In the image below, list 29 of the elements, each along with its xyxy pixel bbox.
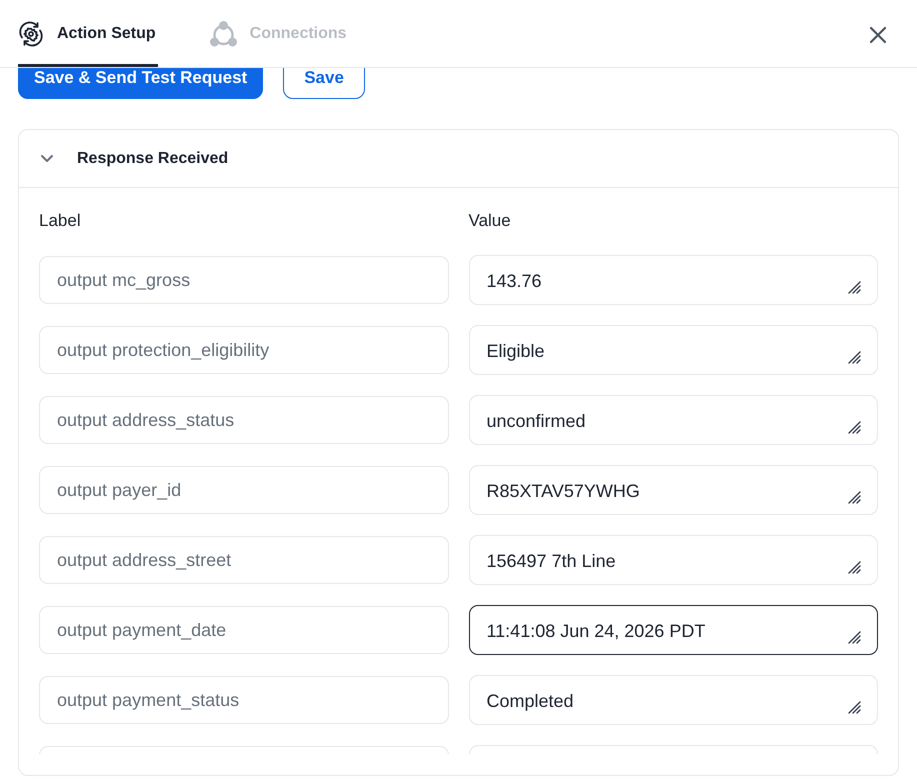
value-textarea-field[interactable]: 143.76 — [468, 255, 878, 305]
label-input-field[interactable]: output payment_status — [39, 676, 448, 724]
resize-handle-icon — [848, 491, 861, 504]
value-textarea-field[interactable]: Eligible — [468, 325, 878, 375]
connected-nodes-icon — [210, 20, 237, 46]
label-input-field[interactable]: output mc_gross — [39, 256, 448, 304]
label-input-field[interactable]: output address_street — [39, 536, 448, 584]
column-heading: Value — [468, 210, 511, 232]
gear-sync-icon — [18, 20, 44, 46]
column-heading: Label — [39, 210, 81, 232]
value-textarea-field[interactable]: unconfirmed — [468, 395, 878, 445]
resize-handle-icon — [848, 351, 861, 364]
label-input-field[interactable]: output payer_id — [39, 466, 448, 514]
value-textarea-field[interactable]: 156497 7th Line — [468, 535, 878, 585]
resize-handle-icon — [848, 421, 861, 434]
close-icon — [869, 26, 887, 44]
value-textarea-field[interactable]: R85XTAV57YWHG — [468, 465, 878, 515]
save-button[interactable]: Save — [283, 68, 365, 99]
resize-handle-icon — [848, 281, 861, 294]
label-input-field[interactable]: output payment_date — [39, 606, 448, 654]
resize-handle-icon — [848, 561, 861, 574]
save-and-send-button[interactable]: Save & Send Test Request — [18, 68, 264, 99]
resize-handle-icon — [848, 701, 861, 714]
label-input-field[interactable]: output address_status — [39, 396, 448, 444]
section-header[interactable]: Response Received — [19, 130, 898, 188]
label-input-field[interactable]: output protection_eligibility — [39, 326, 448, 374]
value-textarea-field[interactable]: 11:41:08 Jun 24, 2026 PDT — [468, 605, 878, 655]
value-textarea-field[interactable]: Completed — [468, 675, 878, 725]
resize-handle-icon — [848, 631, 861, 644]
